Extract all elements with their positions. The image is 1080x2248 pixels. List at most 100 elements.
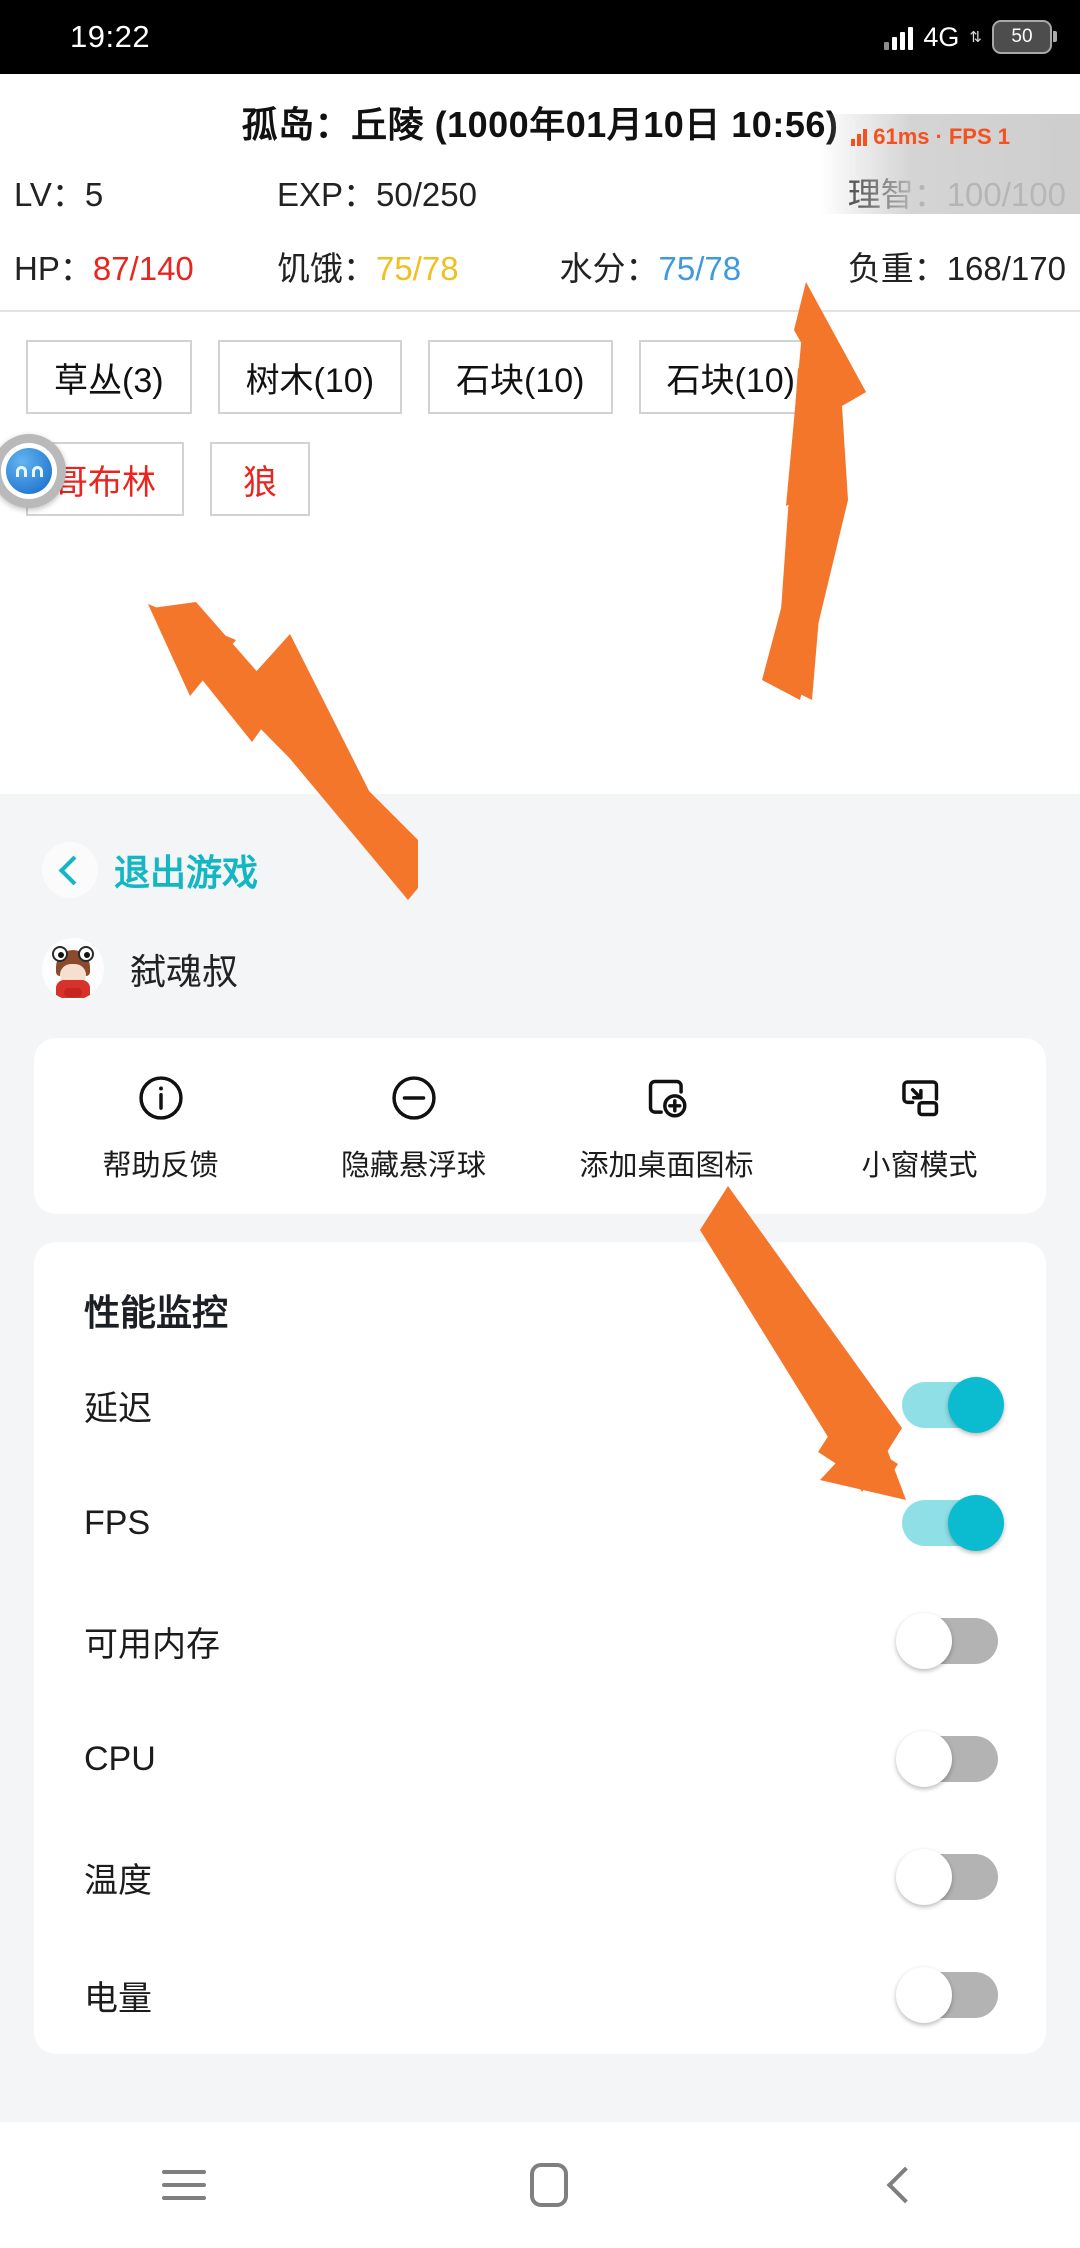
- stat-hunger-value: 75/78: [376, 250, 459, 287]
- toggle-temperature[interactable]: [896, 1849, 998, 1905]
- setting-row-temperature[interactable]: 温度: [34, 1818, 1046, 1936]
- setting-row-latency[interactable]: 延迟: [34, 1346, 1046, 1464]
- perf-separator: ·: [935, 124, 943, 149]
- game-view: 孤岛：丘陵 (1000年01月10日 10:56) 61ms · FPS 1 L…: [0, 74, 1080, 794]
- data-transfer-icon: ⇅: [969, 28, 982, 46]
- setting-row-memory[interactable]: 可用内存: [34, 1582, 1046, 1700]
- setting-row-cpu[interactable]: CPU: [34, 1700, 1046, 1818]
- resource-button-grass[interactable]: 草丛(3): [26, 340, 192, 414]
- quick-action-small-window-label: 小窗模式: [861, 1150, 978, 1182]
- perf-signal-icon: [851, 128, 868, 146]
- floating-ball-core: [6, 448, 52, 494]
- toggle-fps-knob: [948, 1495, 1004, 1551]
- resource-button-stone-1[interactable]: 石块(10): [428, 340, 613, 414]
- resource-button-tree[interactable]: 树木(10): [217, 340, 403, 414]
- stat-hp: HP：87/140: [14, 242, 277, 290]
- setting-label-battery: 电量: [84, 1979, 152, 2018]
- stats-row-primary: LV：5 EXP：50/250 理智：100/100: [0, 168, 1080, 216]
- setting-row-fps[interactable]: FPS: [34, 1464, 1046, 1582]
- performance-monitor-title: 性能监控: [84, 1292, 229, 1333]
- toggle-cpu-knob: [896, 1731, 952, 1787]
- network-type-label: 4G: [923, 21, 960, 52]
- exit-game-label: 退出游戏: [114, 852, 259, 893]
- stat-weight-value: 168/170: [946, 250, 1066, 287]
- floating-ball-eye-right: [31, 465, 43, 477]
- quick-action-add-shortcut-label: 添加桌面图标: [579, 1150, 754, 1182]
- home-icon[interactable]: [530, 2163, 568, 2207]
- stat-exp-label: EXP：: [277, 176, 377, 213]
- username-label: 弑魂叔: [130, 951, 239, 992]
- status-indicators: 4G ⇅ 50: [884, 20, 1057, 54]
- toggle-fps[interactable]: [902, 1495, 1004, 1551]
- setting-label-fps: FPS: [84, 1503, 151, 1542]
- toggle-latency[interactable]: [902, 1377, 1004, 1433]
- stat-water-value: 75/78: [658, 250, 742, 287]
- add-shortcut-icon: [648, 1079, 686, 1118]
- small-window-icon: [901, 1080, 938, 1117]
- user-profile-row[interactable]: 弑魂叔: [0, 898, 1080, 1000]
- avatar-eye-left: [52, 946, 68, 962]
- signal-bars-icon: [884, 24, 914, 50]
- avatar-bow: [64, 988, 82, 997]
- info-circle-icon: [138, 1076, 183, 1120]
- quick-action-add-shortcut[interactable]: 添加桌面图标: [540, 1072, 793, 1184]
- enemy-button-row: 哥布林 狼: [0, 414, 1080, 516]
- toggle-temperature-knob: [896, 1849, 952, 1905]
- toggle-battery[interactable]: [896, 1967, 998, 2023]
- enemy-button-wolf[interactable]: 狼: [210, 442, 310, 516]
- stat-level-value: 5: [84, 176, 104, 213]
- quick-action-help[interactable]: 帮助反馈: [34, 1072, 287, 1184]
- resource-button-row: 草丛(3) 树木(10) 石块(10) 石块(10): [0, 312, 1080, 414]
- quick-action-hide-ball[interactable]: 隐藏悬浮球: [287, 1072, 540, 1184]
- stat-hunger: 饥饿：75/78: [277, 242, 559, 290]
- toggle-memory-knob: [896, 1613, 952, 1669]
- recents-icon[interactable]: [162, 2170, 206, 2200]
- game-assistant-panel: 退出游戏 弑魂叔 帮助反馈 隐藏悬浮球 添加桌面图标 小窗模式 性能监控 延迟 …: [0, 794, 1080, 2122]
- stat-exp-value: 50/250: [376, 176, 477, 213]
- back-button[interactable]: [42, 842, 98, 898]
- perf-fps-value: FPS 1: [948, 124, 1010, 149]
- stat-water: 水分：75/78: [559, 242, 822, 290]
- toggle-cpu[interactable]: [896, 1731, 998, 1787]
- stat-level: LV：5: [14, 168, 277, 216]
- stat-hunger-label: 饥饿：: [277, 250, 376, 287]
- minus-circle-icon: [391, 1076, 436, 1120]
- quick-action-small-window[interactable]: 小窗模式: [793, 1072, 1046, 1184]
- toggle-battery-knob: [896, 1967, 952, 2023]
- avatar: [42, 938, 104, 1000]
- status-bar: 19:22 4G ⇅ 50: [0, 0, 1080, 74]
- stat-hp-label: HP：: [14, 250, 93, 287]
- stat-sanity: 理智：100/100: [822, 168, 1066, 216]
- quick-action-hide-ball-label: 隐藏悬浮球: [340, 1150, 486, 1182]
- stat-sanity-label: 理智：: [847, 176, 947, 213]
- toggle-latency-knob: [948, 1377, 1004, 1433]
- quick-action-help-label: 帮助反馈: [102, 1150, 219, 1182]
- avatar-eye-right: [78, 946, 94, 962]
- stat-level-label: LV：: [14, 176, 85, 213]
- resource-button-stone-2[interactable]: 石块(10): [638, 340, 823, 414]
- back-icon[interactable]: [886, 2166, 924, 2204]
- stat-exp: EXP：50/250: [277, 168, 559, 216]
- status-time: 19:22: [70, 19, 151, 54]
- floating-ball-eye-left: [15, 465, 27, 477]
- setting-row-battery[interactable]: 电量: [34, 1936, 1046, 2054]
- chevron-left-icon: [58, 855, 88, 885]
- setting-label-cpu: CPU: [84, 1739, 156, 1778]
- toggle-memory[interactable]: [896, 1613, 998, 1669]
- quick-actions-row: 帮助反馈 隐藏悬浮球 添加桌面图标 小窗模式: [34, 1038, 1046, 1214]
- perf-latency-value: 61ms: [873, 124, 930, 149]
- quick-actions-card: 帮助反馈 隐藏悬浮球 添加桌面图标 小窗模式: [34, 1038, 1046, 1214]
- battery-indicator: 50: [992, 20, 1057, 54]
- setting-label-memory: 可用内存: [84, 1625, 220, 1664]
- performance-overlay: 61ms · FPS 1: [851, 124, 1010, 150]
- exit-game-row[interactable]: 退出游戏: [0, 794, 1080, 898]
- floating-ball-inner: [1, 443, 57, 499]
- stat-hp-value: 87/140: [92, 250, 194, 287]
- stats-row-secondary: HP：87/140 饥饿：75/78 水分：75/78 负重：168/170: [0, 242, 1080, 312]
- setting-label-latency: 延迟: [84, 1389, 152, 1428]
- stat-water-label: 水分：: [559, 250, 659, 287]
- stat-weight-label: 负重：: [847, 250, 947, 287]
- performance-monitor-card: 性能监控 延迟 FPS 可用内存 CPU 温度 电量: [34, 1242, 1046, 2054]
- stat-sanity-value: 100/100: [946, 176, 1066, 213]
- system-navigation-bar: [0, 2122, 1080, 2248]
